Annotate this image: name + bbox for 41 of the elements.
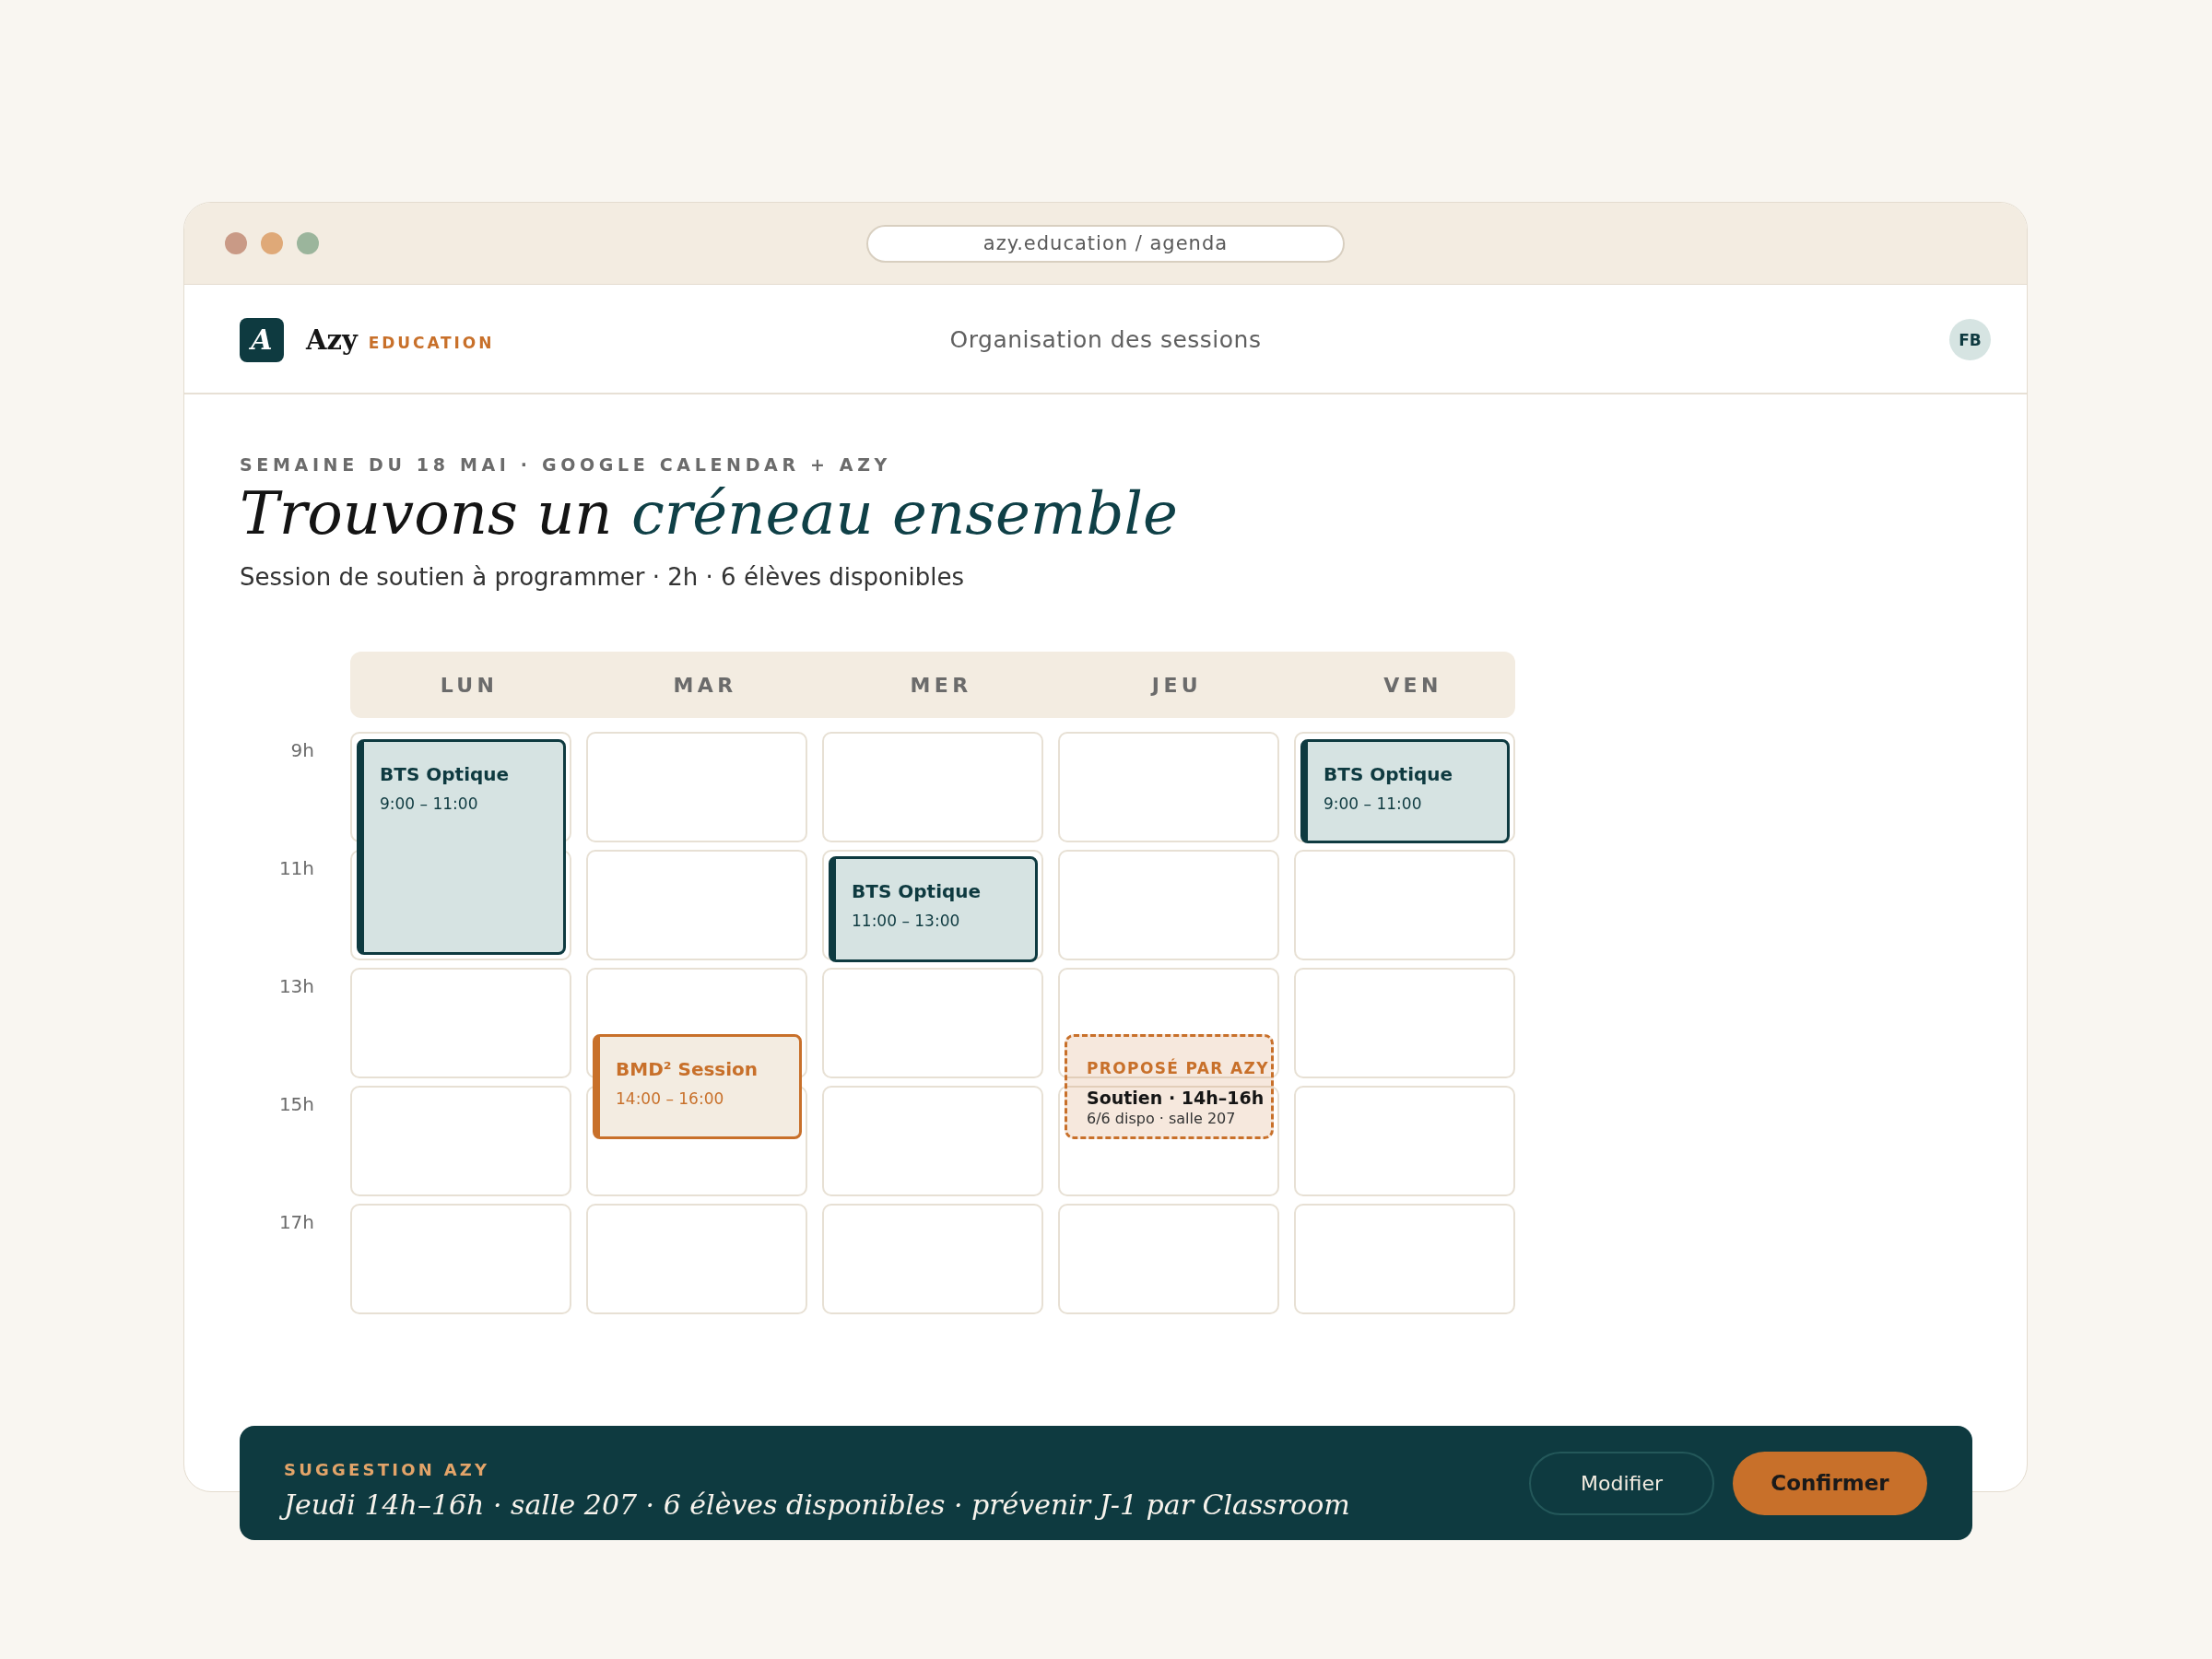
event-title: BTS Optique <box>852 879 982 904</box>
day-label: LUN <box>440 673 499 697</box>
event-time: 14:00 – 16:00 <box>616 1088 725 1109</box>
event-card[interactable]: BTS Optique 9:00 – 11:00 <box>357 739 566 955</box>
day-label: JEU <box>1151 673 1203 697</box>
event-time: 11:00 – 13:00 <box>852 911 961 931</box>
event-time: 9:00 – 11:00 <box>380 794 479 814</box>
window-control-icon[interactable] <box>261 232 283 254</box>
user-avatar[interactable]: FB <box>1949 319 1991 360</box>
event-card[interactable]: BTS Optique 11:00 – 13:00 <box>829 856 1038 962</box>
window-control-icon[interactable] <box>225 232 247 254</box>
modify-button[interactable]: Modifier <box>1529 1451 1714 1515</box>
day-label: MER <box>910 673 972 697</box>
brand-tagline: EDUCATION <box>368 333 495 352</box>
event-title: BMD² Session <box>616 1057 759 1082</box>
event-title: BTS Optique <box>1324 762 1454 787</box>
event-title: BTS Optique <box>380 762 511 787</box>
page-heading: Trouvons un créneau ensemble <box>240 479 1179 547</box>
event-card[interactable]: BTS Optique 9:00 – 11:00 <box>1300 739 1510 843</box>
proposal-card[interactable]: PROPOSÉ PAR AZY Soutien · 14h–16h 6/6 dispo · salle 207 <box>1065 1034 1274 1139</box>
app-logo[interactable]: A <box>240 317 284 362</box>
day-label: VEN <box>1383 673 1442 697</box>
suggestion-label: SUGGESTION AZY <box>284 1459 490 1481</box>
day-label: MAR <box>673 673 737 697</box>
header-title: Organisation des sessions <box>949 326 1262 353</box>
proposal-details: 6/6 dispo · salle 207 <box>1087 1110 1237 1128</box>
address-bar[interactable]: azy.education / agenda <box>866 224 1345 263</box>
proposal-title: Soutien · 14h–16h <box>1087 1087 1265 1109</box>
week-label: SEMAINE DU 18 MAI · GOOGLE CALENDAR + AZY <box>240 454 892 476</box>
window-control-icon[interactable] <box>297 232 319 254</box>
time-label: 11h <box>278 857 314 879</box>
suggestion-text: Jeudi 14h–16h · salle 207 · 6 élèves disponibles · prévenir J-1 par Classroom <box>278 1488 1356 1522</box>
confirm-button[interactable]: Confirmer <box>1733 1451 1927 1515</box>
time-label: 17h <box>278 1211 314 1233</box>
proposal-label: PROPOSÉ PAR AZY <box>1087 1057 1269 1079</box>
session-summary: Session de soutien à programmer · 2h · 6 élèves disponibles <box>240 562 964 593</box>
time-label: 9h <box>290 739 314 761</box>
event-time: 9:00 – 11:00 <box>1324 794 1423 814</box>
brand-name: Azy <box>306 324 358 356</box>
time-label: 13h <box>278 975 314 997</box>
time-label: 15h <box>278 1093 314 1115</box>
